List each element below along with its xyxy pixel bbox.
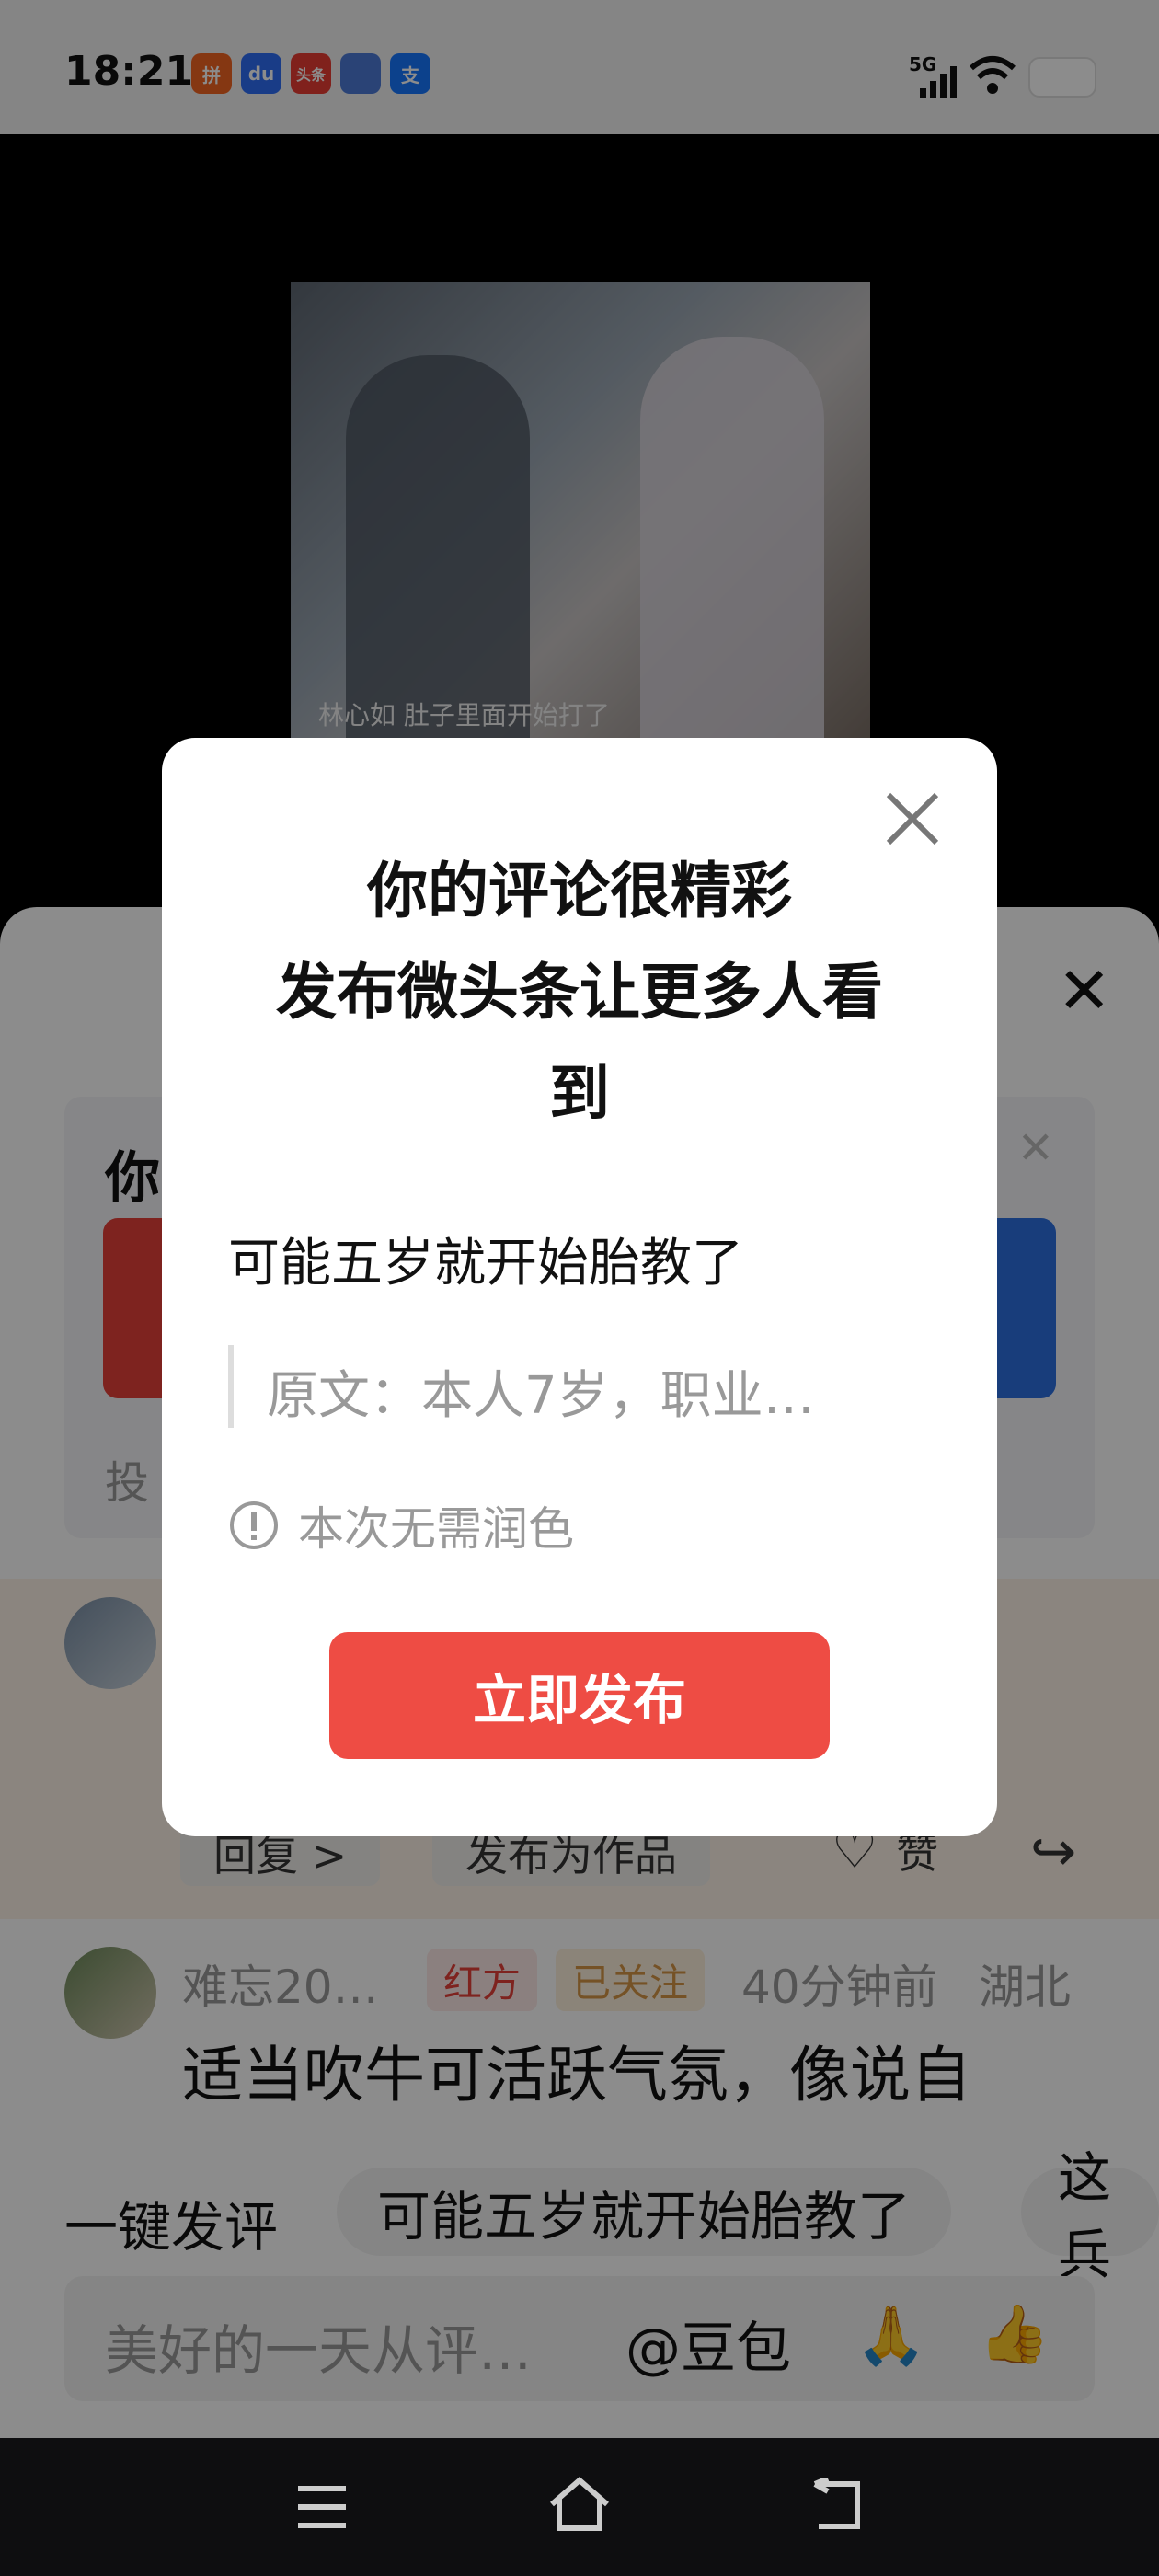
menu-icon[interactable] <box>294 2482 350 2532</box>
info-icon <box>230 1501 278 1549</box>
original-comment-text: 原文：本人7岁，职业… <box>267 1366 815 1426</box>
dialog-title-line: 你的评论很精彩 <box>367 856 792 926</box>
polish-tip: 本次无需润色 <box>228 1492 574 1558</box>
publish-now-button[interactable]: 立即发布 <box>329 1632 830 1759</box>
dialog-close-icon[interactable] <box>883 789 942 848</box>
publish-dialog: 你的评论很精彩 发布微头条让更多人看 到 可能五岁就开始胎教了 原文：本人7岁，… <box>162 738 997 1836</box>
polished-comment: 可能五岁就开始胎教了 <box>228 1234 743 1294</box>
original-comment-quote: 原文：本人7岁，职业… <box>228 1345 933 1428</box>
dialog-title-line: 发布微头条让更多人看 <box>276 957 883 1028</box>
dialog-title: 你的评论很精彩 发布微头条让更多人看 到 <box>217 841 942 1144</box>
polish-tip-text: 本次无需润色 <box>298 1502 574 1556</box>
navigation-bar <box>0 2438 1159 2576</box>
dialog-title-line: 到 <box>549 1058 610 1129</box>
back-icon[interactable] <box>806 2478 865 2534</box>
home-icon[interactable] <box>546 2475 613 2534</box>
